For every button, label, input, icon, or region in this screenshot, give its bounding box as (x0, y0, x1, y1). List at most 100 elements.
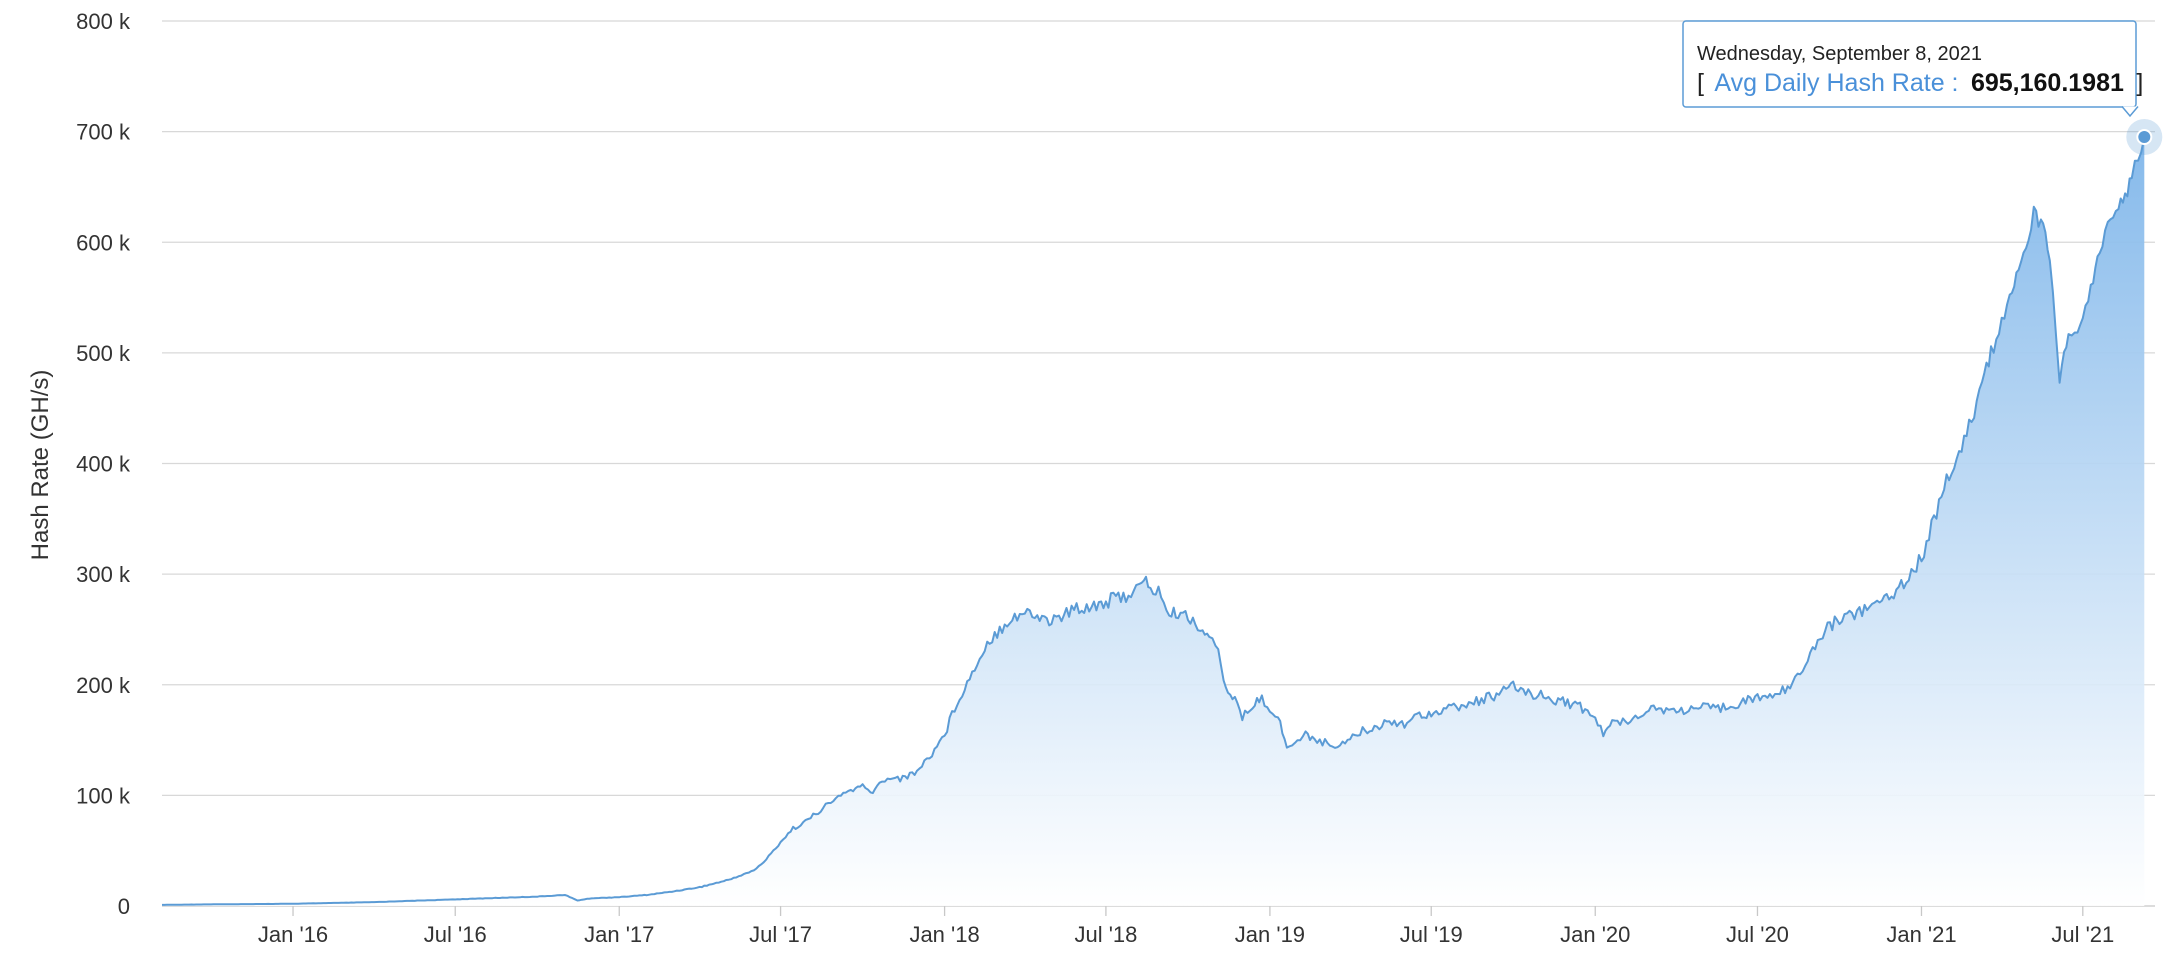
data-point (2053, 328, 2059, 334)
data-point (2038, 223, 2044, 229)
data-point (1221, 676, 1227, 682)
data-point (1441, 706, 1447, 712)
y-tick-label: 600 k (76, 230, 131, 255)
data-point (790, 826, 796, 832)
data-point (1143, 579, 1149, 585)
data-point (1959, 444, 1965, 450)
data-point (2066, 339, 2072, 345)
data-point (1609, 721, 1615, 727)
data-point (1903, 577, 1909, 583)
data-point (534, 894, 540, 900)
x-tick-label: Jan '20 (1560, 922, 1630, 947)
data-point (1728, 702, 1734, 708)
data-point (1538, 693, 1544, 699)
data-point (1007, 615, 1013, 621)
y-tick-label: 100 k (76, 783, 131, 808)
data-point (1166, 613, 1172, 619)
data-point (589, 895, 595, 901)
x-tick-label: Jul '19 (1400, 922, 1463, 947)
data-point (1061, 612, 1067, 618)
tooltip-series-label: Avg Daily Hash Rate : (1714, 69, 1958, 97)
y-tick-label: 0 (118, 894, 130, 919)
data-point (1332, 743, 1338, 749)
data-point (1877, 599, 1883, 605)
data-point (942, 732, 948, 738)
tooltip: Wednesday, September 8, 2021 [ Avg Daily… (1682, 20, 2143, 118)
data-point (1239, 715, 1245, 721)
y-tick-label: 500 k (76, 341, 131, 366)
data-point (1577, 704, 1583, 710)
data-point (1810, 649, 1816, 655)
data-point (1158, 591, 1164, 597)
data-point (1686, 706, 1692, 712)
data-point (562, 892, 568, 898)
data-point (1550, 696, 1556, 702)
data-point (1386, 717, 1392, 723)
data-point (1206, 635, 1212, 641)
data-point (1971, 411, 1977, 417)
data-point (833, 796, 839, 802)
data-point (1076, 604, 1082, 610)
y-tick-label: 200 k (76, 673, 131, 698)
data-point (2042, 228, 2048, 234)
data-point (887, 774, 893, 780)
data-point (736, 873, 742, 879)
data-point (1646, 704, 1652, 710)
data-point (900, 776, 906, 782)
data-point (1034, 613, 1040, 619)
data-point (926, 754, 932, 760)
data-point (669, 889, 675, 895)
data-point (2097, 250, 2103, 256)
data-point (868, 790, 874, 796)
data-point (1632, 715, 1638, 721)
data-point (954, 698, 960, 704)
data-point (1713, 706, 1719, 712)
data-point (1185, 613, 1191, 619)
data-point (1484, 695, 1490, 701)
data-point (877, 781, 883, 787)
hash-rate-chart: Jan '16 Jul '16 Jan '17 Jul '17 Jan '18 Jul '… (0, 0, 2178, 972)
x-tick-label: Jan '16 (258, 922, 328, 947)
x-tick-label: Jan '19 (1235, 922, 1305, 947)
data-point (994, 629, 1000, 635)
y-axis-title: Hash Rate (GH/s) (27, 370, 54, 561)
x-tick-label: Jul '21 (2051, 922, 2114, 947)
data-point (1139, 584, 1145, 590)
data-point (1700, 705, 1706, 711)
data-point (1767, 693, 1773, 699)
data-point (1592, 715, 1598, 721)
data-point (1360, 728, 1366, 734)
data-point (860, 784, 866, 790)
data-point (1565, 700, 1571, 706)
data-point (2080, 311, 2086, 317)
data-point (1919, 555, 1925, 561)
data-point (2088, 289, 2094, 295)
data-point (1620, 717, 1626, 723)
data-point (2007, 289, 2013, 295)
data-point (1740, 698, 1746, 704)
data-point (1230, 693, 1236, 699)
data-point (1089, 602, 1095, 608)
data-point (2016, 267, 2022, 273)
data-point (723, 878, 729, 884)
y-tick-label: 300 k (76, 562, 131, 587)
data-point (1999, 322, 2005, 328)
data-point (2061, 355, 2067, 361)
data-point (1600, 732, 1606, 738)
tooltip-value-line: [ Avg Daily Hash Rate : 695,160.1981 ] (1697, 69, 2143, 97)
y-tick-label: 800 k (76, 9, 131, 34)
data-point (1256, 695, 1262, 701)
data-point (1891, 588, 1897, 594)
data-point (1782, 687, 1788, 693)
data-point (1320, 739, 1326, 745)
data-point (763, 857, 769, 863)
x-tick-label: Jul '18 (1074, 922, 1137, 947)
data-point (290, 901, 296, 907)
hover-point[interactable] (2136, 128, 2153, 145)
data-point (1131, 588, 1137, 594)
data-point (1284, 743, 1290, 749)
data-point (2057, 372, 2063, 378)
data-point (2124, 195, 2130, 201)
data-point (1022, 610, 1028, 616)
data-point (1755, 695, 1761, 701)
